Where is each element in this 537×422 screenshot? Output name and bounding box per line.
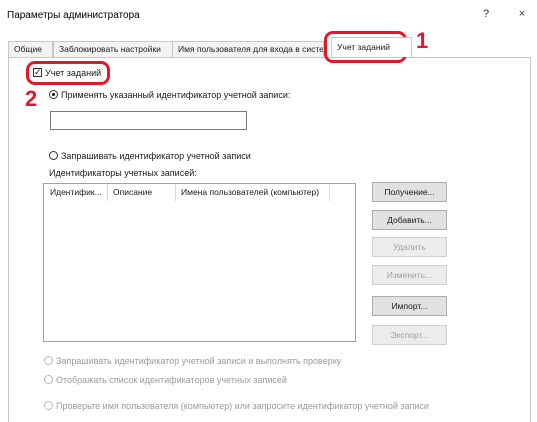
apply-specified-label: Применять указанный идентификатор учетно… [61,90,291,100]
tab-lock-settings[interactable]: Заблокировать настройки [53,41,173,57]
request-id-radio[interactable] [49,151,58,160]
help-button[interactable]: ? [476,8,496,20]
tab-general[interactable]: Общие [8,41,53,57]
export-button[interactable]: Экспорт... [372,325,447,345]
accounts-list-label: Идентификаторы учетных записей: [49,168,197,178]
import-button[interactable]: Импорт... [372,296,447,316]
edit-button[interactable]: Изменить... [372,265,447,285]
column-divider[interactable] [107,184,108,201]
job-accounting-checkbox[interactable]: ✓ [33,68,42,77]
request-verify-label: Запрашивать идентификатор учетной записи… [56,356,342,366]
request-verify-radio[interactable] [44,356,53,365]
column-header-description[interactable]: Описание [113,187,152,197]
get-button[interactable]: Получение... [372,182,447,202]
tab-job-accounting[interactable]: Учет заданий [331,37,412,57]
column-divider[interactable] [329,184,330,201]
show-list-label: Отображать список идентификаторов учетны… [56,375,287,385]
step-marker-2: 2 [25,86,38,111]
job-accounting-label: Учет заданий [45,68,102,78]
accounts-list[interactable]: Идентифик... Описание Имена пользователе… [43,183,356,342]
window-title: Параметры администратора [7,10,140,21]
check-user-radio[interactable] [44,401,53,410]
column-header-usernames[interactable]: Имена пользователей (компьютер) [181,187,319,197]
show-list-radio[interactable] [44,375,53,384]
step-marker-1: 1 [416,28,429,53]
tab-strip: Общие Заблокировать настройки Имя пользо… [8,37,529,58]
delete-button[interactable]: Удалить [372,237,447,257]
check-user-label: Проверьте имя пользователя (компьютер) и… [56,401,429,411]
add-button[interactable]: Добавить... [372,210,447,230]
apply-specified-radio[interactable] [49,90,58,99]
request-id-label: Запрашивать идентификатор учетной записи [61,151,251,161]
column-divider[interactable] [175,184,176,201]
account-id-input[interactable] [50,111,247,130]
column-header-id[interactable]: Идентифик... [50,187,102,197]
tab-login-username[interactable]: Имя пользователя для входа в систем [172,41,324,57]
close-button[interactable]: × [512,8,532,20]
